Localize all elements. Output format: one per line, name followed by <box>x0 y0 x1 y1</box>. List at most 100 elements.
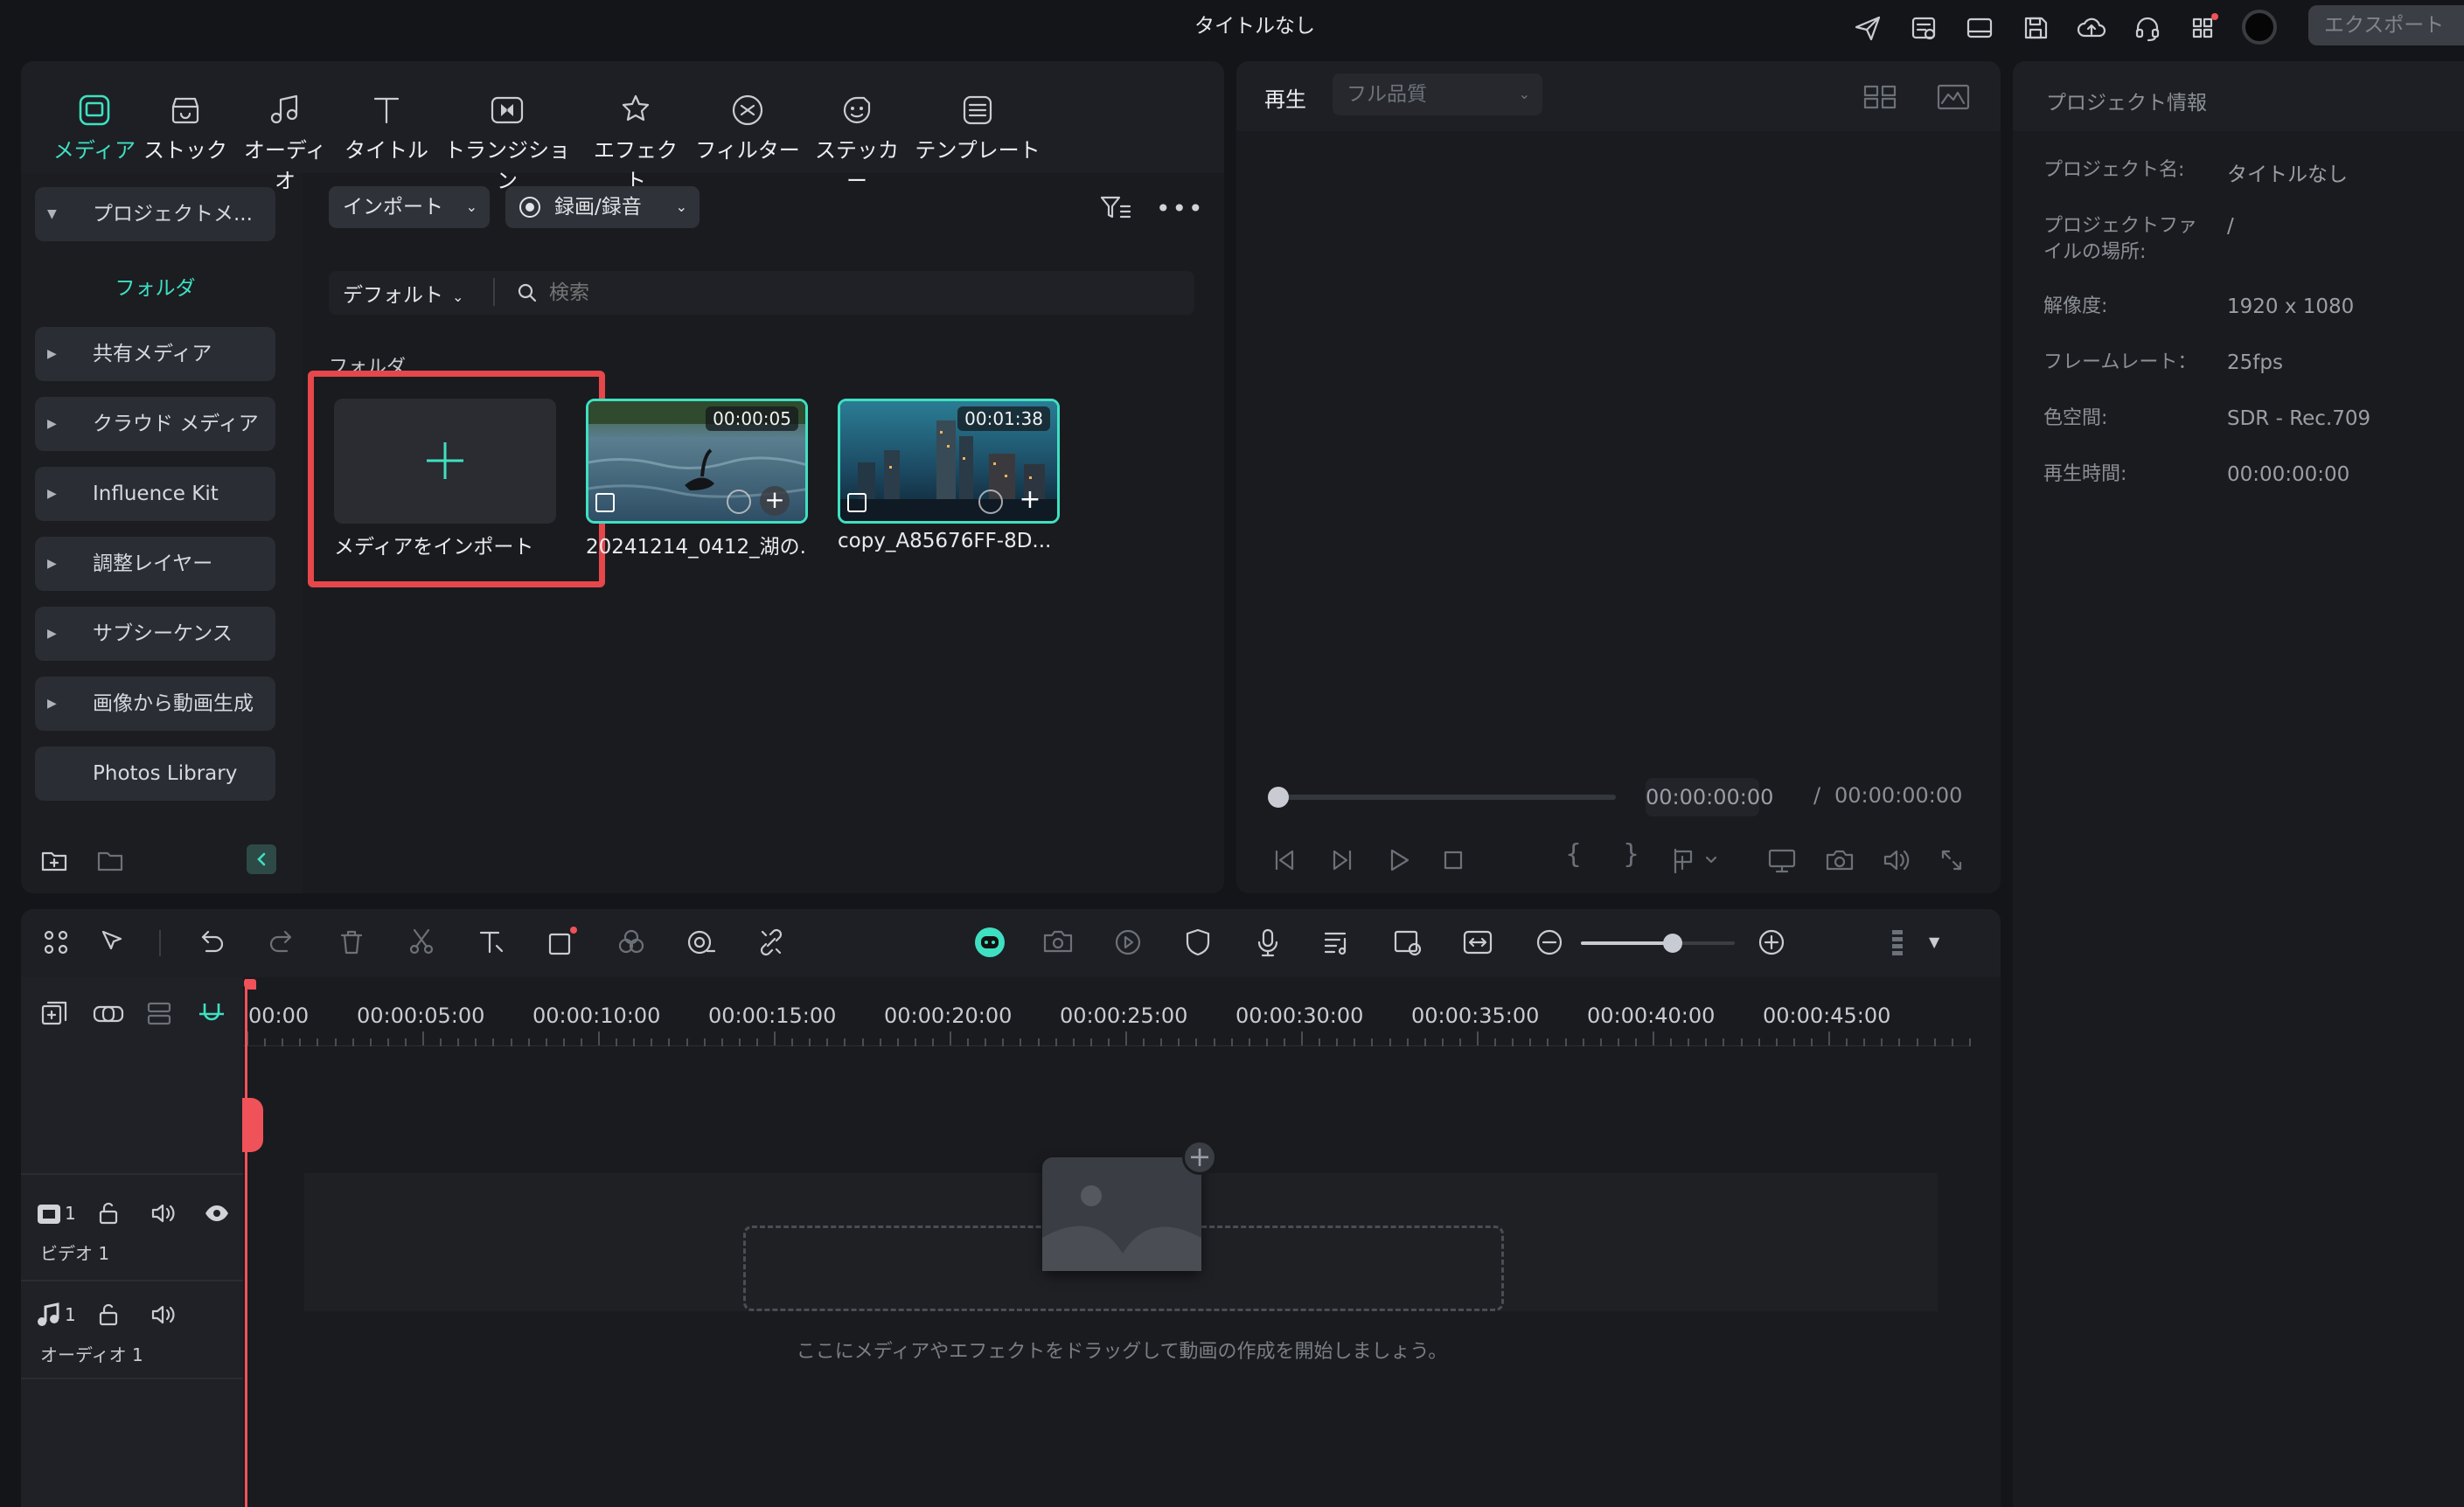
ai-assistant-icon[interactable] <box>971 925 1009 960</box>
layout-grid-icon[interactable] <box>38 925 73 960</box>
record-dropdown[interactable]: 録画/録音 ⌄ <box>505 186 700 228</box>
sidebar-item-influence-kit[interactable]: ▶ Influence Kit <box>35 467 275 521</box>
fullscreen-icon[interactable] <box>1936 844 1967 876</box>
search-input[interactable] <box>549 274 1161 311</box>
mark-out-icon[interactable]: } <box>1623 839 1639 870</box>
unlink-icon[interactable] <box>754 925 789 960</box>
eye-icon[interactable] <box>203 1199 231 1227</box>
tab-media[interactable]: メディア <box>52 87 136 163</box>
apps-grid-icon[interactable] <box>2188 12 2219 44</box>
display-icon[interactable] <box>1766 844 1798 876</box>
lock-icon[interactable] <box>94 1301 122 1329</box>
track-stack-icon[interactable] <box>143 998 175 1030</box>
undo-icon[interactable] <box>194 925 229 960</box>
select-tool-icon[interactable] <box>96 925 131 960</box>
tab-title[interactable]: タイトル <box>343 87 430 163</box>
zoom-in-icon[interactable] <box>1754 925 1789 960</box>
play-icon[interactable] <box>1383 844 1415 876</box>
sidebar-item-adjustment-layer[interactable]: ▶ 調整レイヤー <box>35 537 275 591</box>
crop-shape-icon[interactable] <box>544 925 579 960</box>
next-frame-icon[interactable] <box>1327 844 1359 876</box>
shield-icon[interactable] <box>1180 925 1215 960</box>
mark-in-icon[interactable]: { <box>1565 839 1582 870</box>
render-preview-icon[interactable] <box>1110 925 1145 960</box>
magnet-snap-icon[interactable] <box>196 998 227 1030</box>
headset-icon[interactable] <box>2132 12 2163 44</box>
avatar[interactable] <box>2242 10 2277 45</box>
cloud-upload-icon[interactable] <box>2076 12 2107 44</box>
speaker-icon[interactable] <box>149 1301 177 1329</box>
ruler-tick <box>1863 1038 1866 1046</box>
add-to-timeline-button[interactable]: + <box>760 486 790 516</box>
sidebar-item-shared-media[interactable]: ▶ 共有メディア <box>35 327 275 381</box>
add-track-icon[interactable] <box>38 998 70 1030</box>
folder-icon[interactable] <box>94 844 126 876</box>
ai-tool-icon[interactable] <box>684 925 719 960</box>
chevron-down-icon[interactable]: ▼ <box>1929 934 1939 950</box>
track-number: 1 <box>65 1304 76 1325</box>
layout-icon[interactable] <box>1964 12 1995 44</box>
speaker-icon[interactable] <box>149 1199 177 1227</box>
scope-icon[interactable] <box>1936 82 1971 112</box>
redo-icon[interactable] <box>264 925 299 960</box>
track-layout-icon[interactable] <box>1880 925 1915 960</box>
tab-playback[interactable]: 再生 <box>1264 82 1306 113</box>
playhead-line[interactable] <box>245 979 247 1507</box>
snapshot-camera-icon[interactable] <box>1824 844 1855 876</box>
auto-reframe-icon[interactable] <box>1390 925 1425 960</box>
tab-stock[interactable]: ストック <box>142 87 229 163</box>
ruler-tick <box>404 1038 407 1046</box>
collapse-sidebar-button[interactable] <box>247 844 276 874</box>
sidebar-item-cloud-media[interactable]: ▶ クラウド メディア <box>35 397 275 451</box>
previous-frame-icon[interactable] <box>1268 844 1299 876</box>
sort-dropdown[interactable]: デフォルト ⌄ <box>343 278 463 308</box>
add-to-timeline-button[interactable]: + <box>1015 486 1045 516</box>
import-dropdown[interactable]: インポート ⌄ <box>329 186 490 228</box>
ruler-tick <box>1283 1038 1285 1046</box>
send-icon[interactable] <box>1852 12 1883 44</box>
quality-dropdown[interactable]: フル品質 ⌄ <box>1333 73 1542 115</box>
tab-audio[interactable]: オーディオ <box>234 87 336 194</box>
link-icon[interactable] <box>91 998 126 1030</box>
ruler-tick <box>1336 1038 1339 1046</box>
tab-effect[interactable]: エフェクト <box>584 87 687 194</box>
marker-icon[interactable] <box>1670 844 1719 876</box>
grid-view-icon[interactable] <box>1862 82 1897 112</box>
zoom-out-icon[interactable] <box>1532 925 1567 960</box>
save-icon[interactable] <box>2020 12 2051 44</box>
audio-mix-icon[interactable] <box>1320 925 1355 960</box>
fit-width-icon[interactable] <box>1460 925 1495 960</box>
filter-sort-icon[interactable] <box>1098 192 1133 224</box>
new-folder-icon[interactable] <box>38 844 70 876</box>
volume-icon[interactable] <box>1880 844 1911 876</box>
microphone-icon[interactable] <box>1250 925 1285 960</box>
color-icon[interactable] <box>614 925 649 960</box>
playhead-drag-handle[interactable] <box>242 1098 263 1152</box>
stop-icon[interactable] <box>1437 844 1469 876</box>
tab-template[interactable]: テンプレート <box>915 87 1041 163</box>
zoom-slider-handle[interactable] <box>1663 934 1682 953</box>
delete-icon[interactable] <box>334 925 369 960</box>
tab-transition[interactable]: トランジション <box>437 87 577 194</box>
text-tool-icon[interactable] <box>474 925 509 960</box>
lock-icon[interactable] <box>94 1199 122 1227</box>
export-button[interactable]: エクスポート <box>2308 5 2464 45</box>
sidebar-item-project-media[interactable]: ▼ プロジェクトメ... <box>35 187 275 241</box>
sidebar-item-folder[interactable]: フォルダ <box>35 271 275 301</box>
clip-thumbnail-lake[interactable]: 00:00:05 + <box>586 399 808 524</box>
tab-sticker[interactable]: ステッカー <box>806 87 908 194</box>
sidebar-item-image-to-video[interactable]: ▶ 画像から動画生成 <box>35 677 275 731</box>
camera-add-icon[interactable] <box>1041 925 1075 960</box>
zoom-slider[interactable] <box>1581 941 1735 945</box>
task-list-icon[interactable] <box>1908 12 1939 44</box>
import-media-card[interactable] <box>334 399 556 524</box>
scissors-icon[interactable] <box>404 925 439 960</box>
playback-scrubber[interactable] <box>1270 795 1616 800</box>
ruler-tick <box>1617 1038 1619 1046</box>
sidebar-item-photos-library[interactable]: Photos Library <box>35 747 275 801</box>
more-options-icon[interactable]: ••• <box>1156 194 1205 223</box>
tab-filter[interactable]: フィルター <box>694 87 801 163</box>
scrubber-handle[interactable] <box>1268 787 1289 808</box>
sidebar-item-subsequence[interactable]: ▶ サブシーケンス <box>35 607 275 661</box>
clip-thumbnail-city[interactable]: 00:01:38 + <box>838 399 1060 524</box>
